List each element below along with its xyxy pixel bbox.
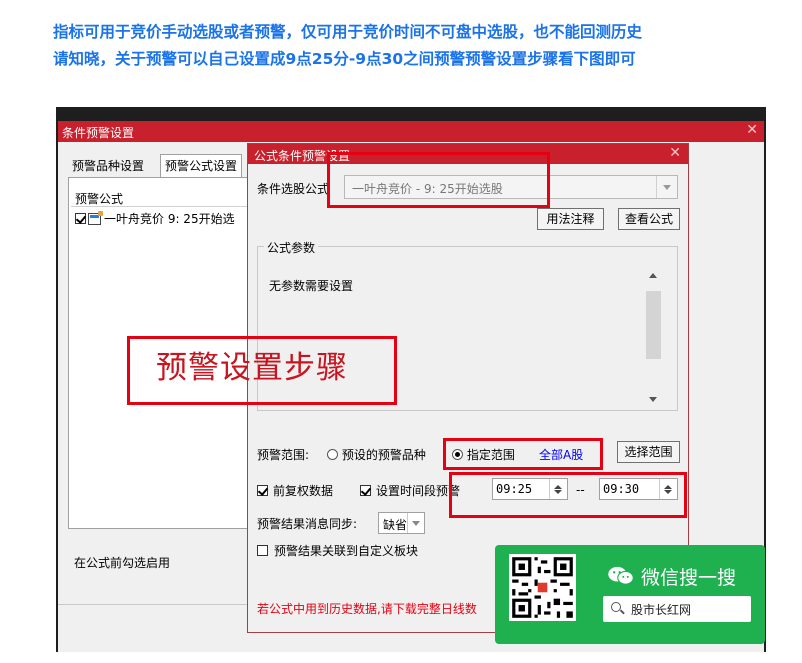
wechat-icon	[608, 566, 634, 585]
checkbox-icon[interactable]	[360, 485, 371, 496]
range-label: 预警范围:	[257, 448, 310, 462]
wechat-watermark: 微信搜一搜 股市长红网	[495, 545, 765, 644]
formula-doc-icon	[88, 210, 103, 225]
close-icon[interactable]: ✕	[746, 122, 758, 138]
divider	[71, 206, 251, 207]
chevron-down-icon[interactable]	[656, 176, 677, 198]
intro-line-1: 指标可用于竞价手动选股或者预警，仅可用于竞价时间不可盘中选股，也不能回测历史	[53, 23, 643, 41]
tab-alert-formula[interactable]: 预警公式设置	[160, 154, 243, 177]
params-group-label: 公式参数	[264, 239, 319, 256]
annotation-label: 预警设置步骤	[156, 350, 348, 386]
scroll-down-icon[interactable]	[645, 391, 662, 408]
usage-notes-button[interactable]: 用法注释	[537, 208, 604, 230]
outer-footer-text: 在公式前勾选启用	[74, 556, 171, 570]
outer-window-title: 条件预警设置	[62, 126, 135, 140]
sync-label: 预警结果消息同步:	[257, 517, 358, 531]
wechat-brand-text: 微信搜一搜	[641, 567, 737, 589]
params-scrollbar[interactable]	[645, 268, 662, 408]
wechat-search-text: 股市长红网	[631, 603, 692, 617]
formula-label: 条件选股公式	[257, 182, 330, 196]
annotation-box-time	[449, 472, 687, 518]
search-icon	[611, 602, 621, 612]
intro-line-2: 请知晓，关于预警可以自己设置成9点25分-9点30之间预警预警设置步骤看下图即可	[53, 50, 636, 68]
checkbox-icon[interactable]	[257, 545, 268, 556]
annotation-box-formula	[327, 152, 550, 208]
select-range-button[interactable]: 选择范围	[617, 441, 680, 463]
checkbox-icon[interactable]	[75, 213, 86, 224]
close-icon[interactable]: ✕	[669, 145, 681, 161]
tab-alert-variety[interactable]: 预警品种设置	[68, 156, 148, 176]
view-formula-button[interactable]: 查看公式	[618, 208, 680, 230]
qr-code-icon	[509, 554, 576, 621]
intro-text: 指标可用于竞价手动选股或者预警，仅可用于竞价时间不可盘中选股，也不能回测历史 请…	[53, 19, 798, 73]
params-text: 无参数需要设置	[269, 279, 354, 293]
list-header: 预警公式	[75, 192, 124, 206]
prereight-checkbox[interactable]: 前复权数据	[257, 482, 333, 499]
annotation-box-range	[443, 438, 603, 470]
link-block-checkbox[interactable]: 预警结果关联到自定义板块	[257, 542, 418, 559]
outer-titlebar: 条件预警设置 ✕	[58, 121, 764, 142]
chevron-down-icon[interactable]	[407, 513, 424, 533]
scroll-up-icon[interactable]	[645, 268, 662, 285]
wechat-search-box[interactable]: 股市长红网	[603, 596, 751, 622]
sync-select[interactable]: 缺省	[378, 512, 425, 534]
list-item-label: 一叶舟竞价 9: 25开始选	[104, 212, 235, 226]
scroll-thumb[interactable]	[646, 291, 661, 359]
radio-icon[interactable]	[327, 449, 338, 460]
range-option-preset[interactable]: 预设的预警品种	[327, 446, 426, 463]
time-period-checkbox[interactable]: 设置时间段预警	[360, 482, 460, 499]
history-warning-text: 若公式中用到历史数据,请下载完整日线数	[257, 602, 477, 616]
list-item[interactable]: 一叶舟竞价 9: 25开始选	[75, 210, 235, 227]
checkbox-icon[interactable]	[257, 485, 268, 496]
